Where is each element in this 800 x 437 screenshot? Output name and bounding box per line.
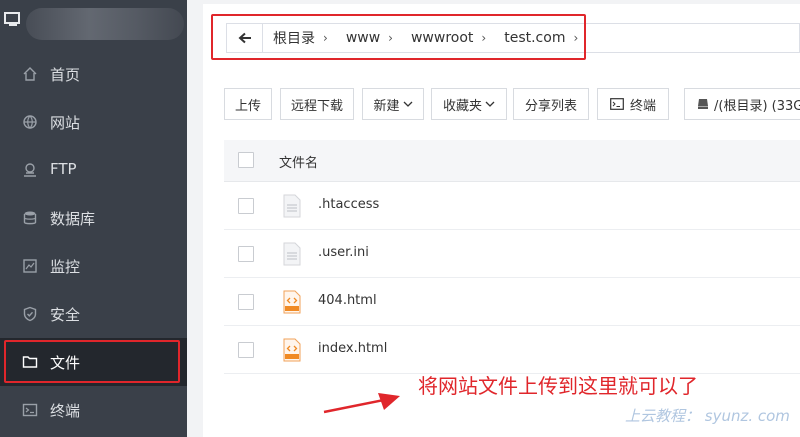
chevron-down-icon (485, 101, 495, 107)
row-checkbox[interactable] (238, 246, 254, 262)
sidebar-item-database[interactable]: 数据库 (0, 194, 187, 242)
html-file-icon (283, 338, 301, 362)
row-checkbox[interactable] (238, 342, 254, 358)
file-name[interactable]: .user.ini (318, 245, 369, 260)
table-row[interactable]: 404.html (224, 278, 800, 326)
remote-download-button[interactable]: 远程下载 (280, 88, 354, 120)
terminal-icon (22, 403, 38, 417)
sidebar-item-terminal[interactable]: 终端 (0, 386, 187, 434)
upload-button[interactable]: 上传 (224, 88, 272, 120)
table-row[interactable]: index.html (224, 326, 800, 374)
file-table-header: 文件名 (224, 140, 800, 182)
sidebar-item-monitor[interactable]: 监控 (0, 242, 187, 290)
sidebar-item-label: 终端 (50, 402, 81, 420)
sidebar-item-label: 数据库 (50, 210, 96, 228)
sidebar-item-label: 网站 (50, 114, 81, 132)
share-list-button[interactable]: 分享列表 (513, 88, 589, 120)
row-checkbox[interactable] (238, 294, 254, 310)
sidebar-item-label: 监控 (50, 258, 81, 276)
terminal-icon (610, 98, 624, 110)
new-dropdown-button[interactable]: 新建 (362, 88, 424, 120)
sidebar-item-website[interactable]: 网站 (0, 98, 187, 146)
monitor-icon (23, 259, 37, 273)
annotation-arrow-icon (323, 393, 400, 414)
file-name[interactable]: index.html (318, 341, 387, 356)
favorites-dropdown-button[interactable]: 收藏夹 (431, 88, 507, 120)
sidebar-header (0, 0, 187, 44)
server-logo-icon (4, 12, 20, 26)
sidebar-item-label: FTP (50, 160, 77, 178)
file-name[interactable]: 404.html (318, 293, 377, 308)
watermark: 上云教程： syunz. com (625, 407, 790, 425)
database-icon (23, 211, 37, 225)
file-name[interactable]: .htaccess (318, 197, 379, 212)
sidebar-item-label: 首页 (50, 66, 81, 84)
text-file-icon (283, 194, 301, 218)
sidebar-item-ftp[interactable]: FTP (0, 146, 187, 194)
table-row[interactable]: .htaccess (224, 182, 800, 230)
ftp-icon (24, 163, 36, 177)
sidebar-item-security[interactable]: 安全 (0, 290, 187, 338)
table-row[interactable]: .user.ini (224, 230, 800, 278)
sidebar-item-label: 安全 (50, 306, 81, 324)
home-icon (23, 67, 37, 81)
column-header-filename[interactable]: 文件名 (279, 152, 318, 171)
chevron-down-icon (403, 101, 412, 107)
disk-icon (698, 99, 708, 109)
text-file-icon (283, 242, 301, 266)
shield-icon (23, 306, 37, 322)
sidebar: 首页 网站 FTP 数据库 监控 安全 文件 终端 (0, 0, 187, 437)
files-highlight-box (4, 340, 180, 383)
annotation-text: 将网站文件上传到这里就可以了 (418, 374, 698, 398)
row-checkbox[interactable] (238, 198, 254, 214)
html-file-icon (283, 290, 301, 314)
sidebar-item-home[interactable]: 首页 (0, 50, 187, 98)
globe-icon (23, 115, 37, 129)
select-all-checkbox[interactable] (238, 152, 254, 168)
breadcrumb-highlight-box (211, 14, 586, 60)
blurred-hostname (26, 8, 184, 40)
disk-selector-button[interactable]: /(根目录) (33G (684, 88, 800, 120)
terminal-button[interactable]: 终端 (597, 88, 669, 120)
